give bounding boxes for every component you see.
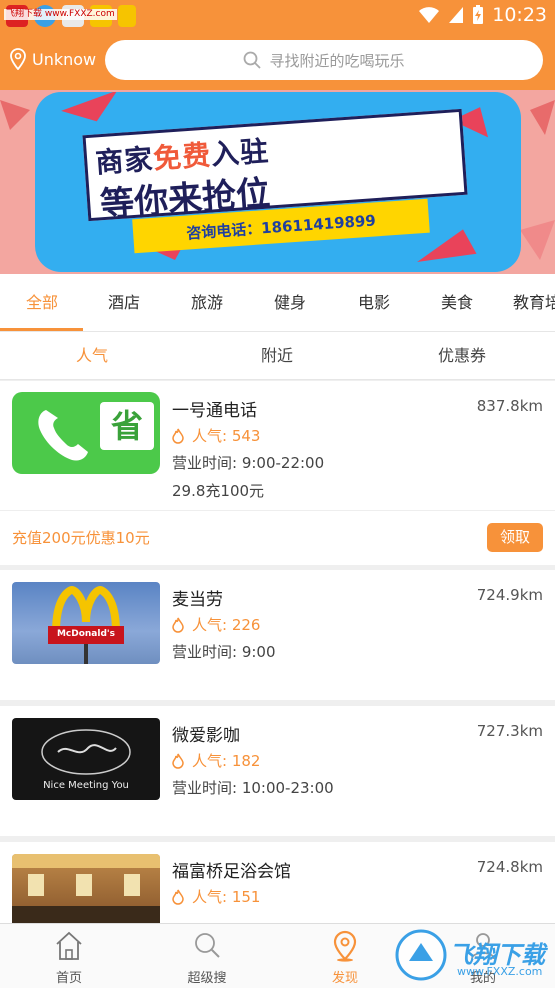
merchant-popularity: 人气: 151 bbox=[172, 886, 260, 907]
merchant-distance: 837.8km bbox=[476, 397, 543, 415]
nav-label: 发现 bbox=[331, 971, 358, 986]
system-indicators: 10:23 bbox=[418, 4, 547, 26]
merchant-hours: 营业时间: 9:00-22:00 bbox=[172, 454, 325, 472]
tab-travel[interactable]: 旅游 bbox=[191, 274, 223, 332]
merchant-hours: 营业时间: 9:00 bbox=[172, 643, 276, 661]
list-item[interactable]: 省 一号通电话 837.8km 人气: 543 营业时间: 9:00-22:00… bbox=[0, 381, 555, 565]
header-bar: Unknow 寻找附近的吃喝玩乐 bbox=[0, 32, 555, 90]
merchant-distance: 724.9km bbox=[476, 586, 543, 604]
signal-icon bbox=[449, 7, 464, 23]
tab-nearby[interactable]: 附近 bbox=[261, 332, 293, 380]
list-item[interactable]: McDonald's 麦当劳 724.9km 人气: 226 营业时间: 9:0… bbox=[0, 570, 555, 700]
watermark-badge-icon bbox=[395, 929, 447, 981]
merchant-name: 一号通电话 bbox=[172, 401, 257, 421]
merchant-distance: 724.8km bbox=[476, 858, 543, 876]
merchant-popularity: 人气: 182 bbox=[172, 750, 260, 771]
merchant-thumbnail bbox=[12, 854, 160, 923]
tab-movie[interactable]: 电影 bbox=[358, 274, 390, 332]
merchant-offer: 29.8充100元 bbox=[172, 482, 265, 500]
nav-label: 超级搜 bbox=[187, 971, 227, 986]
tab-coupons[interactable]: 优惠券 bbox=[438, 332, 486, 380]
watermark-url: www.FXXZ.com bbox=[457, 965, 543, 978]
mcdonalds-sign-icon bbox=[48, 585, 124, 664]
thumbnail-caption: Nice Meeting You bbox=[43, 780, 129, 791]
wifi-icon bbox=[419, 7, 440, 23]
merchant-thumbnail: 省 bbox=[12, 392, 160, 474]
status-bar: 飞翔下载 www.FXXZ.com 10:23 bbox=[0, 0, 555, 32]
active-tab-indicator bbox=[0, 328, 83, 331]
battery-icon bbox=[473, 5, 484, 24]
tab-all[interactable]: 全部 bbox=[26, 274, 58, 332]
tab-popularity[interactable]: 人气 bbox=[76, 332, 108, 380]
search-input[interactable]: 寻找附近的吃喝玩乐 bbox=[105, 40, 543, 80]
merchant-name: 福富桥足浴会馆 bbox=[172, 862, 291, 882]
location-pin-icon bbox=[10, 48, 26, 70]
nav-home[interactable]: 首页 bbox=[0, 924, 138, 988]
search-icon bbox=[244, 51, 262, 69]
nav-label: 首页 bbox=[55, 971, 82, 986]
flame-icon bbox=[172, 753, 184, 769]
merchant-thumbnail: Nice Meeting You bbox=[12, 718, 160, 800]
tab-education[interactable]: 教育培 bbox=[513, 274, 555, 332]
merchant-popularity: 人气: 543 bbox=[172, 425, 260, 446]
thumbnail-caption: 省 bbox=[100, 402, 154, 450]
spa-interior-icon bbox=[12, 854, 160, 923]
nav-super-search[interactable]: 超级搜 bbox=[138, 924, 276, 988]
home-icon bbox=[56, 931, 82, 960]
watermark-text: 飞翔下载 www.FXXZ.com bbox=[4, 9, 117, 20]
merchant-thumbnail: McDonald's bbox=[12, 582, 160, 664]
flame-icon bbox=[172, 617, 184, 633]
clock: 10:23 bbox=[492, 4, 547, 26]
location-selector[interactable]: Unknow bbox=[10, 48, 96, 70]
watermark-logo: 飞翔下载 www.FXXZ.com bbox=[395, 927, 545, 983]
merchant-popularity: 人气: 226 bbox=[172, 614, 260, 635]
flame-icon bbox=[172, 889, 184, 905]
location-pin-icon bbox=[333, 930, 357, 962]
banner-decoration bbox=[61, 92, 125, 132]
location-label: Unknow bbox=[32, 49, 97, 69]
merchant-name: 微爱影咖 bbox=[172, 726, 240, 746]
list-item[interactable]: 福富桥足浴会馆 724.8km 人气: 151 bbox=[0, 842, 555, 923]
coupon-row: 充值200元优惠10元 领取 bbox=[0, 510, 555, 564]
nav-discover[interactable]: 发现 bbox=[276, 924, 414, 988]
promo-banner[interactable]: 商家免费入驻 等你来抢位 咨询电话：18611419899 bbox=[0, 90, 555, 274]
search-placeholder: 寻找附近的吃喝玩乐 bbox=[269, 51, 405, 70]
thumbnail-caption: McDonald's bbox=[56, 629, 116, 639]
banner-image: 商家免费入驻 等你来抢位 咨询电话：18611419899 bbox=[35, 92, 521, 272]
flame-icon bbox=[172, 428, 184, 444]
merchant-distance: 727.3km bbox=[476, 722, 543, 740]
list-item[interactable]: Nice Meeting You 微爱影咖 727.3km 人气: 182 营业… bbox=[0, 706, 555, 836]
claim-coupon-button[interactable]: 领取 bbox=[487, 523, 543, 552]
sort-tabs: 人气 附近 优惠券 bbox=[0, 332, 555, 380]
coupon-text: 充值200元优惠10元 bbox=[12, 529, 150, 547]
tab-hotel[interactable]: 酒店 bbox=[108, 274, 140, 332]
merchant-hours: 营业时间: 10:00-23:00 bbox=[172, 779, 334, 797]
search-icon bbox=[195, 933, 220, 958]
app-notification-icon bbox=[118, 5, 136, 27]
merchant-name: 麦当劳 bbox=[172, 590, 223, 610]
category-tabs: 全部 酒店 旅游 健身 电影 美食 教育培 bbox=[0, 274, 555, 332]
tab-food[interactable]: 美食 bbox=[441, 274, 473, 332]
tab-fitness[interactable]: 健身 bbox=[274, 274, 306, 332]
